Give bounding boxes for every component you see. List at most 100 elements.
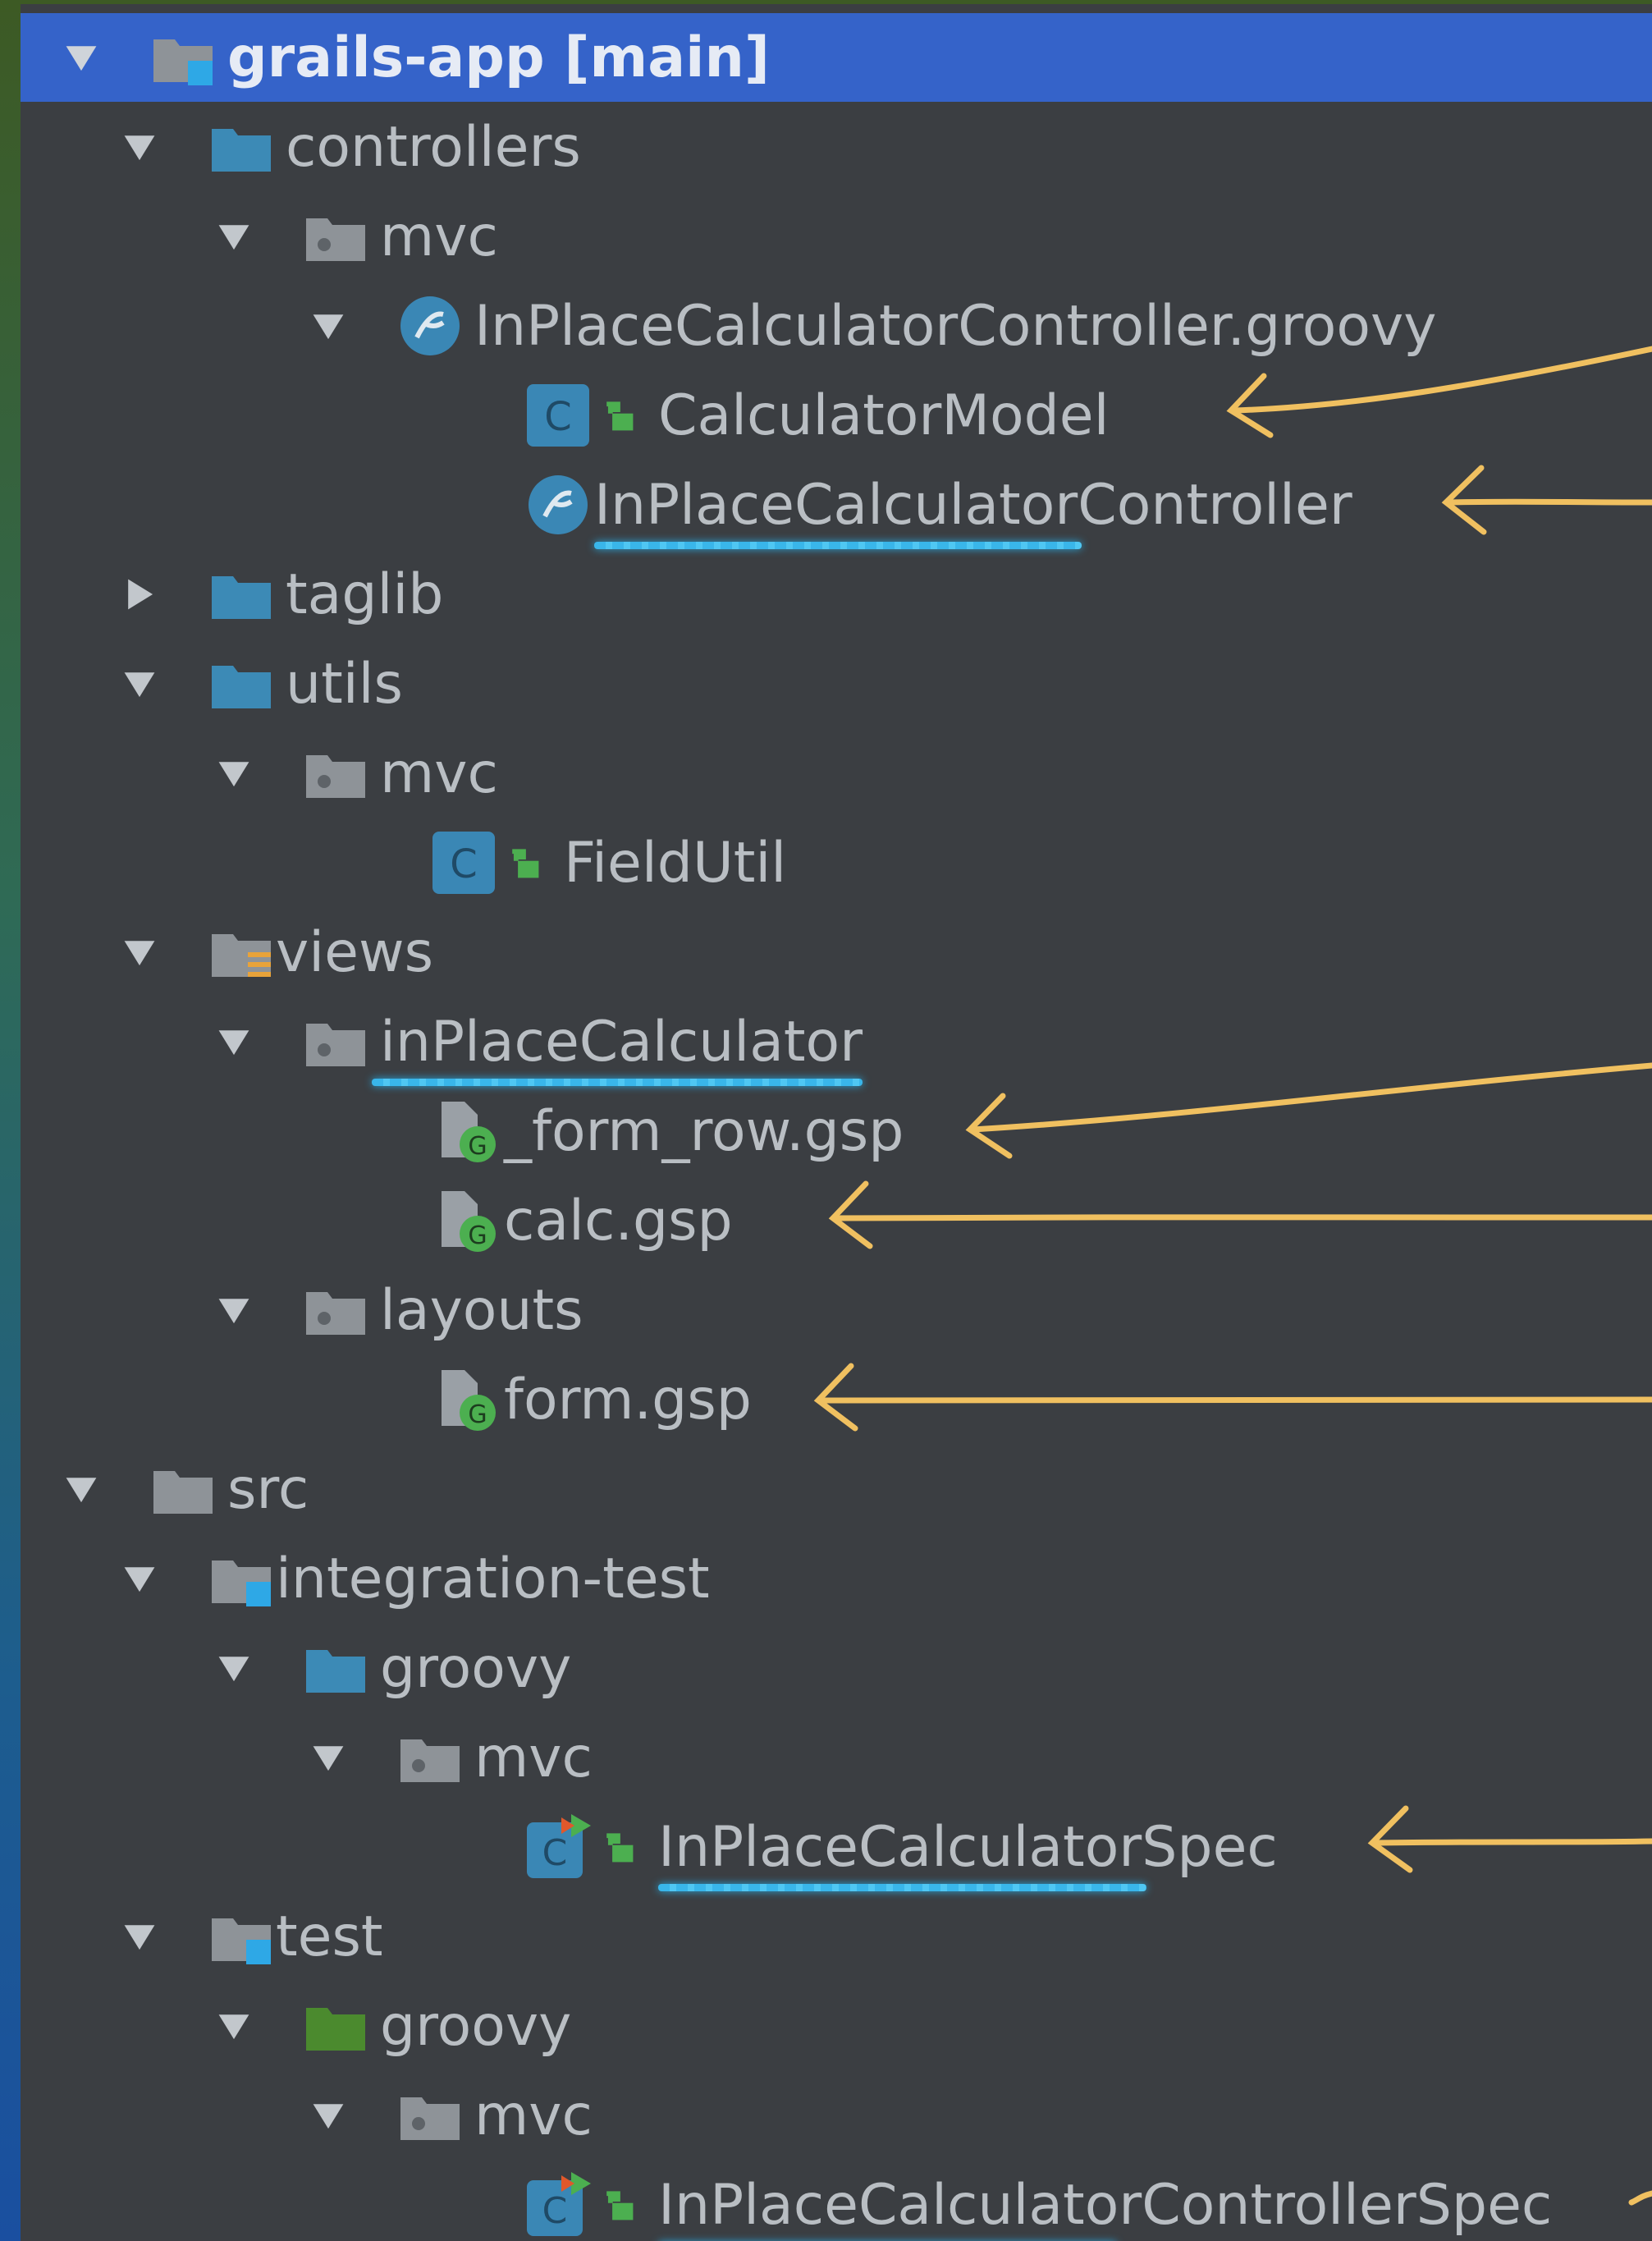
highlight-underline xyxy=(658,1883,1146,1891)
svg-text:C: C xyxy=(450,841,478,887)
lock-icon xyxy=(599,1828,637,1866)
tree-label: controllers xyxy=(286,114,581,180)
expand-arrow-icon[interactable] xyxy=(115,1554,164,1603)
tree-row-calculator-model[interactable]: C CalculatorModel xyxy=(21,371,1652,460)
folder-module-blue-icon xyxy=(208,1904,274,1969)
folder-module-blue-icon xyxy=(150,25,216,90)
groovy-controller-icon xyxy=(525,472,591,538)
test-class-icon: C xyxy=(525,2172,591,2238)
folder-green-icon xyxy=(303,1993,368,2059)
groovy-file-icon xyxy=(397,293,463,359)
package-folder-icon xyxy=(397,1725,463,1790)
tree-row-mvc[interactable]: mvc xyxy=(21,729,1652,818)
expand-arrow-icon[interactable] xyxy=(209,1017,259,1066)
package-folder-icon xyxy=(303,740,368,806)
tree-label: views xyxy=(276,919,434,985)
expand-arrow-icon[interactable] xyxy=(209,212,259,261)
tree-label: groovy xyxy=(380,1993,572,2059)
package-folder-icon xyxy=(397,2083,463,2148)
lock-icon xyxy=(599,2186,637,2224)
highlight-underline xyxy=(594,541,1082,549)
svg-text:C: C xyxy=(542,1832,568,1874)
project-tree-panel: grails-app [main] controllers mvc InPlac… xyxy=(21,4,1652,2241)
expand-arrow-icon[interactable] xyxy=(115,928,164,977)
highlight-underline xyxy=(372,1078,863,1086)
tree-label: mvc xyxy=(474,1725,593,1790)
expand-arrow-icon[interactable] xyxy=(115,1912,164,1961)
expand-arrow-icon[interactable] xyxy=(57,1464,106,1514)
tree-row-fieldutil[interactable]: C FieldUtil xyxy=(21,818,1652,907)
package-folder-icon xyxy=(303,204,368,269)
folder-gray-icon xyxy=(150,1456,216,1522)
package-folder-icon xyxy=(303,1277,368,1343)
expand-arrow-icon[interactable] xyxy=(209,1285,259,1335)
folder-blue-icon xyxy=(303,1635,368,1701)
tree-label: calc.gsp xyxy=(504,1188,733,1253)
tree-row-inplacecalculatorspec[interactable]: C InPlaceCalculatorSpec xyxy=(21,1803,1652,1891)
tree-label: mvc xyxy=(380,740,498,806)
tree-row-controllerspec[interactable]: C InPlaceCalculatorControllerSpec xyxy=(21,2161,1652,2241)
tree-row-layouts[interactable]: layouts xyxy=(21,1266,1652,1354)
tree-row-mvc[interactable]: mvc xyxy=(21,1713,1652,1802)
class-icon: C xyxy=(525,383,591,448)
tree-label: mvc xyxy=(474,2083,593,2148)
tree-label: integration-test xyxy=(276,1546,710,1611)
tree-label: CalculatorModel xyxy=(658,383,1110,448)
gsp-file-icon: G xyxy=(435,1367,501,1432)
expand-arrow-icon[interactable] xyxy=(304,2091,353,2140)
expand-arrow-icon[interactable] xyxy=(209,749,259,798)
svg-text:G: G xyxy=(468,1132,487,1161)
svg-text:G: G xyxy=(468,1221,487,1250)
tree-row-taglib[interactable]: taglib xyxy=(21,550,1652,639)
tree-row-grails-app[interactable]: grails-app [main] xyxy=(21,13,1652,102)
gsp-file-icon: G xyxy=(435,1098,501,1164)
package-folder-icon xyxy=(303,1009,368,1075)
tree-row-groovy-file[interactable]: InPlaceCalculatorController.groovy xyxy=(21,282,1652,370)
svg-text:G: G xyxy=(468,1400,487,1429)
tree-row-test[interactable]: test xyxy=(21,1892,1652,1981)
collapsed-arrow-icon[interactable] xyxy=(115,570,164,619)
svg-text:C: C xyxy=(542,2190,568,2232)
tree-label: src xyxy=(227,1456,309,1522)
tree-label: InPlaceCalculatorController.groovy xyxy=(474,293,1437,359)
expand-arrow-icon[interactable] xyxy=(115,659,164,708)
tree-label: FieldUtil xyxy=(564,830,787,896)
tree-row-inplacecalculator[interactable]: inPlaceCalculator xyxy=(21,997,1652,1086)
tree-row-mvc[interactable]: mvc xyxy=(21,192,1652,281)
expand-arrow-icon[interactable] xyxy=(115,122,164,172)
tree-label: _form_row.gsp xyxy=(504,1098,904,1164)
tree-label: InPlaceCalculatorController xyxy=(594,473,1352,549)
folder-resources-icon xyxy=(208,919,274,985)
tree-row-views[interactable]: views xyxy=(21,908,1652,997)
tree-label: utils xyxy=(286,651,403,717)
tree-row-groovy[interactable]: groovy xyxy=(21,1982,1652,2070)
tree-label: form.gsp xyxy=(504,1367,752,1432)
tree-row-form-row-gsp[interactable]: G _form_row.gsp xyxy=(21,1087,1652,1175)
tree-row-mvc[interactable]: mvc xyxy=(21,2071,1652,2160)
class-icon: C xyxy=(431,830,497,896)
tree-label: groovy xyxy=(380,1635,572,1701)
tree-label: taglib xyxy=(286,561,444,627)
tree-row-form-gsp[interactable]: G form.gsp xyxy=(21,1355,1652,1444)
tree-row-calc-gsp[interactable]: G calc.gsp xyxy=(21,1176,1652,1265)
tree-label: InPlaceCalculatorSpec xyxy=(658,1815,1278,1891)
expand-arrow-icon[interactable] xyxy=(57,33,106,82)
tree-row-controller-class[interactable]: InPlaceCalculatorController xyxy=(21,461,1652,549)
expand-arrow-icon[interactable] xyxy=(304,301,353,351)
tree-row-src[interactable]: src xyxy=(21,1445,1652,1533)
tree-row-groovy[interactable]: groovy xyxy=(21,1624,1652,1712)
lock-icon xyxy=(505,844,542,882)
tree-row-controllers[interactable]: controllers xyxy=(21,103,1652,191)
tree-row-utils[interactable]: utils xyxy=(21,639,1652,728)
expand-arrow-icon[interactable] xyxy=(209,2001,259,2051)
folder-blue-icon xyxy=(208,651,274,717)
expand-arrow-icon[interactable] xyxy=(304,1733,353,1782)
folder-blue-icon xyxy=(208,114,274,180)
tree-label: test xyxy=(276,1904,383,1969)
tree-label: grails-app [main] xyxy=(227,25,770,90)
expand-arrow-icon[interactable] xyxy=(209,1643,259,1693)
svg-text:C: C xyxy=(544,394,572,440)
tree-row-integration-test[interactable]: integration-test xyxy=(21,1534,1652,1623)
folder-module-blue-icon xyxy=(208,1546,274,1611)
lock-icon xyxy=(599,396,637,434)
